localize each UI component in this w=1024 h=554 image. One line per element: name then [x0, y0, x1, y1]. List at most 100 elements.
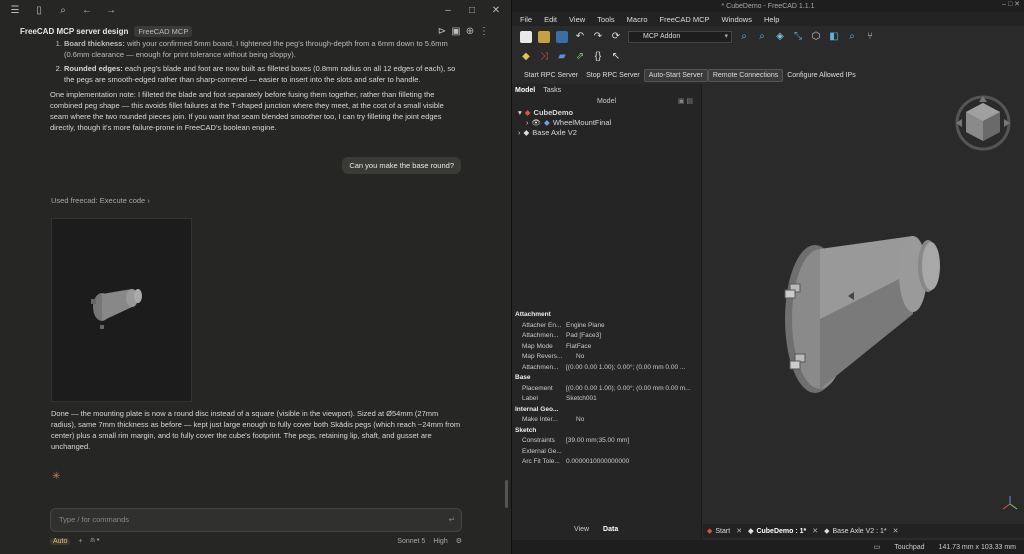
menu-file[interactable]: File [520, 15, 532, 24]
macro-icon[interactable]: ◆ [520, 51, 532, 63]
zoom-selection-icon[interactable]: ⌕ [756, 31, 768, 43]
prop-row[interactable]: Make Inter... No [512, 415, 702, 426]
tree-item-wheelmount[interactable]: › 👁 ◆ WheelMountFinal [518, 118, 701, 128]
prop-row[interactable]: Label Sketch001 [512, 394, 702, 405]
fork-icon[interactable]: ⑂ [864, 31, 876, 43]
expand-icon[interactable]: › [518, 128, 521, 138]
prop-row[interactable]: Constraints [39.00 mm;35.00 mm] [512, 436, 702, 447]
std-views-icon[interactable]: ◧ [828, 31, 840, 43]
close-icon[interactable]: ✕ [489, 3, 503, 17]
tab-view[interactable]: View [574, 526, 589, 533]
menu-icon[interactable]: ☰ [8, 3, 22, 17]
navigation-cube[interactable] [948, 88, 1018, 158]
more-icon[interactable]: ⋮ [477, 24, 491, 38]
tree-item-base-axle[interactable]: › ◆ Base Axle V2 [518, 128, 701, 138]
scrollbar[interactable] [505, 480, 508, 508]
sidebar-icon[interactable]: ▯ [32, 3, 46, 17]
axis-triad-icon [1002, 496, 1018, 510]
globe-icon[interactable]: ⊕ [463, 24, 477, 38]
expand-icon[interactable]: › [526, 118, 529, 128]
minimize-icon[interactable]: – [441, 3, 455, 17]
export-icon[interactable]: ⇗ [574, 51, 586, 63]
mode-selector[interactable]: Auto [50, 537, 71, 545]
workbench-selector[interactable]: MCP Addon [628, 31, 732, 43]
add-icon[interactable]: + [78, 538, 82, 545]
refresh-icon[interactable]: ⟳ [610, 31, 622, 43]
prompt-placeholder: Type / for commands [59, 515, 130, 524]
panel-icon[interactable]: ▣ [449, 24, 463, 38]
axis-icon[interactable]: ⤨ [538, 51, 550, 63]
combo-view: Model Tasks Model ▣ ▤ ▾ ◆ CubeDemo › 👁 ◆… [512, 84, 702, 554]
prop-row[interactable]: Map Revers... No [512, 352, 702, 363]
tab-base-axle[interactable]: ◆ Base Axle V2 : 1* [824, 527, 886, 536]
expand-icon[interactable]: ▾ [518, 108, 522, 118]
conversation-title[interactable]: FreeCAD MCP server design [20, 27, 128, 36]
whats-this-icon[interactable]: ↖ [610, 51, 622, 63]
zoom-fit-icon[interactable]: ⌕ [738, 31, 750, 43]
undo-icon[interactable]: ↶ [574, 31, 586, 43]
prop-row[interactable]: Map Mode FlatFace [512, 342, 702, 353]
mic-icon[interactable]: ⍝ ▾ [91, 537, 100, 545]
tree-item-cubedemo[interactable]: ▾ ◆ CubeDemo [518, 108, 701, 118]
search-icon[interactable]: ⌕ [56, 3, 70, 17]
model-selector[interactable]: Sonnet 5 [397, 538, 425, 545]
prop-group-internal[interactable]: Internal Geo... [512, 405, 702, 416]
close-tab-icon[interactable]: ✕ [893, 527, 899, 535]
menu-windows[interactable]: Windows [722, 15, 752, 24]
back-icon[interactable]: ← [80, 3, 94, 17]
view-cube-icon[interactable]: ◈ [774, 31, 786, 43]
save-icon[interactable] [556, 31, 568, 43]
prop-group-base[interactable]: Base [512, 373, 702, 384]
tab-model[interactable]: Model [515, 87, 535, 94]
maximize-icon[interactable]: □ [465, 3, 479, 17]
stop-rpc-button[interactable]: Stop RPC Server [582, 70, 644, 81]
viewport-screenshot-thumbnail[interactable] [51, 218, 192, 402]
menu-freecad-mcp[interactable]: FreeCAD MCP [660, 15, 710, 24]
menu-edit[interactable]: Edit [544, 15, 557, 24]
chat-toolbar: ☰ ▯ ⌕ ← → – □ ✕ [0, 0, 511, 20]
menu-tools[interactable]: Tools [597, 15, 615, 24]
prop-group-sketch[interactable]: Sketch [512, 426, 702, 437]
navigation-style[interactable]: Touchpad [894, 544, 924, 551]
prop-row[interactable]: Attachmen... Pad [Face3] [512, 331, 702, 342]
forward-icon[interactable]: → [104, 3, 118, 17]
visibility-icon[interactable]: 👁 [532, 118, 542, 128]
menu-macro[interactable]: Macro [627, 15, 648, 24]
tab-cubedemo[interactable]: ◆ CubeDemo : 1* [748, 527, 806, 536]
close-tab-icon[interactable]: ✕ [812, 527, 818, 535]
terminal-icon[interactable]: ⊳ [435, 24, 449, 38]
window-controls[interactable]: – □ ✕ [1002, 0, 1020, 8]
3d-viewport[interactable] [703, 84, 1024, 524]
prop-row[interactable]: Attacher En... Engine Plane [512, 321, 702, 332]
new-document-icon[interactable] [520, 31, 532, 43]
effort-selector[interactable]: High [433, 538, 447, 545]
prop-group-attachment[interactable]: Attachment [512, 310, 702, 321]
prop-row[interactable]: Attachmen... [(0.00 0.00 1.00); 0.00°; (0… [512, 363, 702, 374]
redo-icon[interactable]: ↷ [592, 31, 604, 43]
zoom-icon[interactable]: ⌕ [846, 31, 858, 43]
project-tag[interactable]: FreeCAD MCP [134, 25, 193, 37]
remote-connections-button[interactable]: Remote Connections [707, 68, 784, 82]
tab-start[interactable]: ◆ Start [707, 527, 730, 536]
prop-row[interactable]: External Ge... [512, 447, 702, 458]
auto-start-button[interactable]: Auto-Start Server [643, 68, 708, 82]
menu-help[interactable]: Help [764, 15, 779, 24]
menu-view[interactable]: View [569, 15, 585, 24]
tree-options-icon[interactable]: ▣ ▤ [678, 96, 693, 108]
tab-tasks[interactable]: Tasks [543, 87, 561, 94]
prop-row[interactable]: Arc Fit Tole... 0.0000010000000000 [512, 457, 702, 468]
folder-icon[interactable]: ▰ [556, 51, 568, 63]
open-icon[interactable] [538, 31, 550, 43]
send-icon[interactable]: ↵ [449, 515, 455, 524]
configure-ips-button[interactable]: Configure Allowed IPs [783, 70, 859, 81]
tab-data[interactable]: Data [603, 526, 618, 533]
prop-row[interactable]: Placement [(0.00 0.00 1.00); 0.00°; (0.00… [512, 384, 702, 395]
start-rpc-button[interactable]: Start RPC Server [520, 70, 582, 81]
settings-icon[interactable]: ⚙ [456, 537, 462, 545]
tool-use-summary[interactable]: Used freecad: Execute code › [51, 196, 150, 205]
close-tab-icon[interactable]: ✕ [736, 527, 742, 535]
draw-style-icon[interactable]: ⬡ [810, 31, 822, 43]
prompt-input[interactable]: Type / for commands ↵ [50, 508, 462, 532]
measure-icon[interactable]: ⤡ [792, 31, 804, 43]
braces-icon[interactable]: {} [592, 51, 604, 63]
